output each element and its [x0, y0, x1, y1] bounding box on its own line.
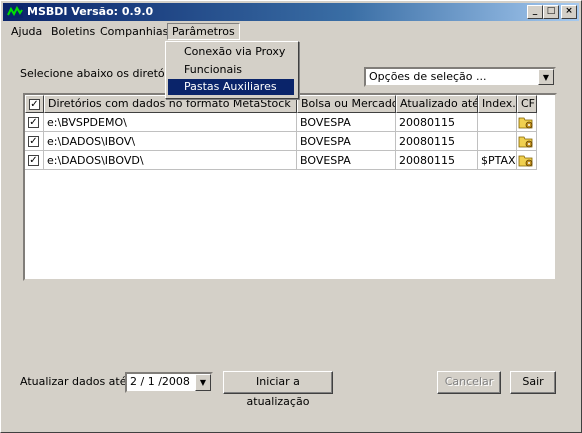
- start-update-button[interactable]: Iniciar a atualização: [223, 371, 333, 408]
- main-window: MSBDI Versão: 0.9.0 _ □ × Ajuda Boletins…: [0, 0, 582, 433]
- app-icon: [7, 6, 23, 18]
- row-directory: e:\BVSPDEMO\: [44, 113, 297, 132]
- row-index: [478, 113, 517, 132]
- row-cf-cell: [517, 113, 537, 132]
- row-checkbox[interactable]: ✓: [28, 136, 39, 147]
- close-button[interactable]: ×: [561, 5, 577, 19]
- row-bolsa: BOVESPA: [297, 151, 396, 170]
- date-picker-value[interactable]: 2 / 1 /2008: [130, 375, 190, 388]
- date-picker[interactable]: 2 / 1 /2008 ▼: [125, 372, 213, 393]
- row-updated: 20080115: [396, 113, 478, 132]
- maximize-icon: □: [546, 6, 556, 16]
- header-updated[interactable]: Atualizado até: [396, 95, 478, 113]
- table-row[interactable]: ✓ e:\DADOS\IBOV\ BOVESPA 20080115: [25, 132, 555, 151]
- row-index: $PTAX: [478, 151, 517, 170]
- menu-boletins[interactable]: Boletins: [47, 24, 99, 39]
- date-label: Atualizar dados até:: [20, 375, 131, 388]
- menu-companhias[interactable]: Companhias: [96, 24, 172, 39]
- header-index[interactable]: Index.: [478, 95, 517, 113]
- selection-options-combo[interactable]: Opções de seleção ... ▼: [364, 67, 556, 87]
- exit-button[interactable]: Sair: [510, 371, 556, 394]
- row-cf-cell: [517, 151, 537, 170]
- table-row[interactable]: ✓ e:\DADOS\IBOVD\ BOVESPA 20080115 $PTAX: [25, 151, 555, 170]
- menu-bar: Ajuda Boletins Companhias Parâmetros: [3, 22, 579, 41]
- row-check-cell: ✓: [25, 151, 44, 170]
- row-check-cell: ✓: [25, 113, 44, 132]
- row-index: [478, 132, 517, 151]
- menu-item-proxy[interactable]: Conexão via Proxy: [168, 44, 294, 60]
- minimize-button[interactable]: _: [527, 5, 543, 19]
- row-cf-cell: [517, 132, 537, 151]
- row-updated: 20080115: [396, 132, 478, 151]
- header-bolsa[interactable]: Bolsa ou Mercado: [297, 95, 396, 113]
- parametros-dropdown: Conexão via Proxy Funcionais Pastas Auxi…: [165, 41, 299, 99]
- selection-combo-value: Opções de seleção ...: [369, 70, 487, 83]
- chevron-down-icon[interactable]: ▼: [195, 374, 211, 391]
- folder-config-icon[interactable]: [518, 133, 534, 149]
- folder-config-icon[interactable]: [518, 114, 534, 130]
- instruction-label: Selecione abaixo os diretórios: [20, 67, 185, 80]
- window-title: MSBDI Versão: 0.9.0: [27, 5, 154, 18]
- menu-item-funcionais[interactable]: Funcionais: [168, 62, 294, 78]
- row-updated: 20080115: [396, 151, 478, 170]
- row-checkbox[interactable]: ✓: [28, 117, 39, 128]
- row-directory: e:\DADOS\IBOVD\: [44, 151, 297, 170]
- chevron-down-icon[interactable]: ▼: [538, 69, 554, 85]
- cancel-button[interactable]: Cancelar: [437, 371, 501, 394]
- menu-item-pastas-auxiliares[interactable]: Pastas Auxiliares: [168, 79, 294, 95]
- select-all-checkbox[interactable]: ✓: [29, 99, 40, 110]
- close-icon: ×: [565, 6, 573, 16]
- header-check-all[interactable]: ✓: [25, 95, 44, 113]
- directories-table[interactable]: ✓ Diretórios com dados no formato MetaSt…: [23, 93, 557, 281]
- row-checkbox[interactable]: ✓: [28, 155, 39, 166]
- row-bolsa: BOVESPA: [297, 132, 396, 151]
- folder-config-icon[interactable]: [518, 152, 534, 168]
- minimize-icon: _: [532, 6, 538, 16]
- row-directory: e:\DADOS\IBOV\: [44, 132, 297, 151]
- menu-ajuda[interactable]: Ajuda: [7, 24, 46, 39]
- header-cf[interactable]: CF: [517, 95, 537, 113]
- maximize-button[interactable]: □: [543, 5, 559, 19]
- menu-parametros[interactable]: Parâmetros: [167, 23, 240, 40]
- row-check-cell: ✓: [25, 132, 44, 151]
- table-row[interactable]: ✓ e:\BVSPDEMO\ BOVESPA 20080115: [25, 113, 555, 132]
- title-bar[interactable]: MSBDI Versão: 0.9.0 _ □ ×: [3, 3, 579, 21]
- row-bolsa: BOVESPA: [297, 113, 396, 132]
